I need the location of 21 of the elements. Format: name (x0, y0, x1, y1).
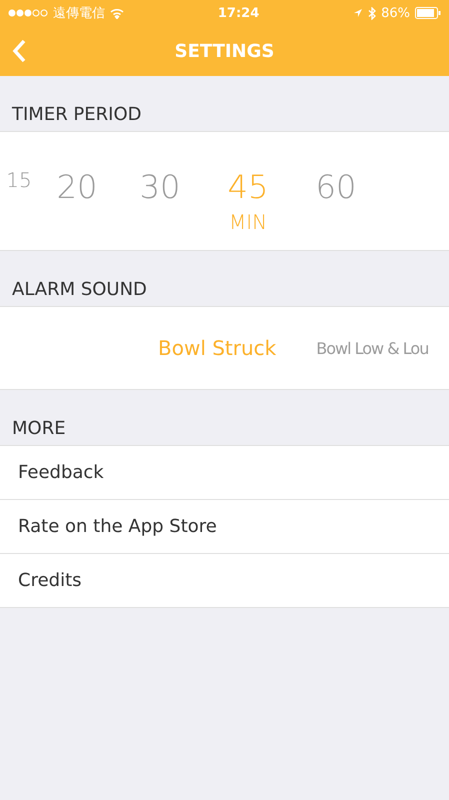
timer-option[interactable]: 30 (116, 168, 204, 206)
back-chevron-icon (12, 39, 26, 63)
battery-icon (415, 7, 442, 19)
sound-option[interactable]: Bowl Struck (158, 336, 276, 360)
timer-option[interactable]: 60 (292, 168, 380, 206)
bluetooth-icon (368, 6, 376, 20)
status-time: 17:24 (218, 6, 260, 20)
battery-percentage: 86% (381, 6, 410, 20)
wifi-icon (110, 8, 124, 18)
screen-title: SETTINGS (174, 40, 274, 62)
section-header: TIMER PERIOD (11, 103, 143, 127)
section-header: ALARM SOUND (11, 278, 148, 302)
signal-icon (8, 9, 48, 17)
carrier-name: 遠傳電信 (53, 5, 105, 22)
sound-option[interactable]: Bowl Low & Lou (316, 338, 428, 358)
timer-option[interactable]: 20 (38, 168, 116, 206)
location-arrow-icon (353, 8, 364, 18)
timer-option[interactable]: 45 MIN (204, 168, 292, 234)
timer-option[interactable]: 15 (0, 168, 38, 192)
unit-label: MIN (228, 210, 268, 234)
section-header: MORE (11, 417, 67, 441)
